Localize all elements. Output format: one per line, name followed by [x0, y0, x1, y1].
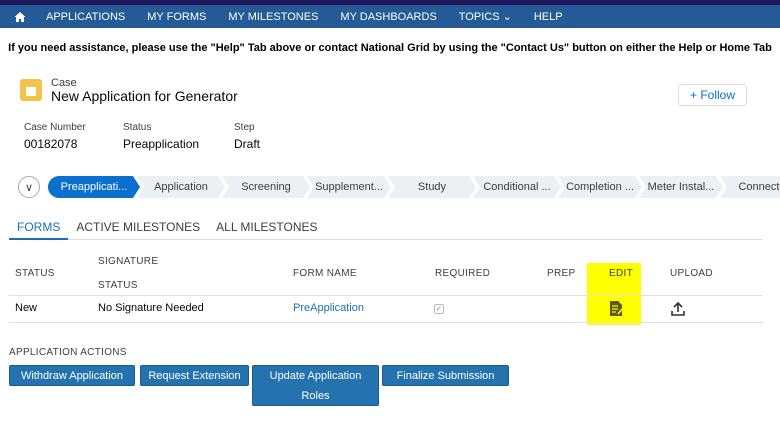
form-name-link[interactable]: PreApplication — [293, 302, 364, 314]
path-stage-study[interactable]: Study — [388, 176, 476, 198]
row-divider — [9, 322, 763, 323]
edit-form-icon[interactable] — [609, 300, 624, 317]
case-number-value: 00182078 — [24, 137, 78, 151]
path-stage-screening[interactable]: Screening — [222, 176, 310, 198]
withdraw-application-button[interactable]: Withdraw Application — [9, 365, 135, 386]
upload-icon[interactable] — [670, 301, 686, 317]
header-status: STATUS — [15, 268, 55, 279]
application-actions-label: APPLICATION ACTIONS — [9, 347, 127, 358]
header-signature: SIGNATURE — [98, 256, 159, 267]
top-nav: APPLICATIONS MY FORMS MY MILESTONES MY D… — [0, 5, 780, 28]
tab-forms[interactable]: FORMS — [9, 218, 69, 240]
request-extension-button[interactable]: Request Extension — [140, 365, 249, 386]
tab-active-milestones[interactable]: ACTIVE MILESTONES — [68, 218, 208, 240]
step-value: Draft — [234, 137, 261, 151]
nav-my-milestones[interactable]: MY MILESTONES — [228, 11, 318, 23]
nav-topics[interactable]: TOPICS ⌄ — [459, 10, 512, 23]
header-edit: EDIT — [609, 268, 633, 279]
nav-topics-label: TOPICS — [458, 11, 500, 23]
path-stage-connected[interactable]: Connecte — [720, 176, 780, 198]
path-stage-conditional[interactable]: Conditional ... — [473, 176, 561, 198]
path-toggle-chevron-icon[interactable]: ∨ — [18, 176, 40, 198]
chevron-down-icon: ⌄ — [502, 11, 512, 23]
row-signature-status: No Signature Needed — [98, 302, 204, 314]
row-status: New — [15, 302, 38, 314]
path-bar: Preapplicati... Application Screening Su… — [48, 176, 780, 198]
case-number-label: Case Number — [24, 122, 86, 133]
path-stage-supplement[interactable]: Supplement... — [307, 176, 391, 198]
finalize-submission-button[interactable]: Finalize Submission — [382, 365, 509, 386]
nav-applications[interactable]: APPLICATIONS — [46, 11, 125, 23]
header-signature-status: STATUS — [98, 280, 138, 291]
nav-help[interactable]: HELP — [534, 11, 563, 23]
header-prep: PREP — [547, 268, 576, 279]
assistance-message: If you need assistance, please use the "… — [8, 42, 772, 54]
path-stage-completion[interactable]: Completion ... — [558, 176, 642, 198]
nav-my-dashboards[interactable]: MY DASHBOARDS — [340, 11, 436, 23]
header-form-name: FORM NAME — [293, 268, 357, 279]
required-checkbox: ✓ — [434, 304, 444, 314]
nav-my-forms[interactable]: MY FORMS — [147, 11, 206, 23]
step-label: Step — [234, 122, 255, 133]
tab-bar: FORMS ACTIVE MILESTONES ALL MILESTONES — [9, 218, 763, 240]
path-stage-meter-installation[interactable]: Meter Instal... — [639, 176, 723, 198]
status-label: Status — [123, 122, 152, 133]
status-value: Preapplication — [123, 137, 200, 151]
header-required: REQUIRED — [435, 268, 491, 279]
path-stage-application[interactable]: Application — [137, 176, 225, 198]
home-icon[interactable] — [14, 11, 28, 23]
header-upload: UPLOAD — [670, 268, 713, 279]
follow-button[interactable]: + Follow — [678, 84, 747, 106]
update-application-roles-button[interactable]: Update Application Roles — [252, 365, 379, 406]
tab-all-milestones[interactable]: ALL MILESTONES — [208, 218, 325, 240]
header-divider — [9, 295, 763, 296]
page-title: New Application for Generator — [51, 88, 238, 104]
path-stage-preapplication[interactable]: Preapplicati... — [48, 176, 140, 198]
case-icon — [20, 79, 42, 101]
